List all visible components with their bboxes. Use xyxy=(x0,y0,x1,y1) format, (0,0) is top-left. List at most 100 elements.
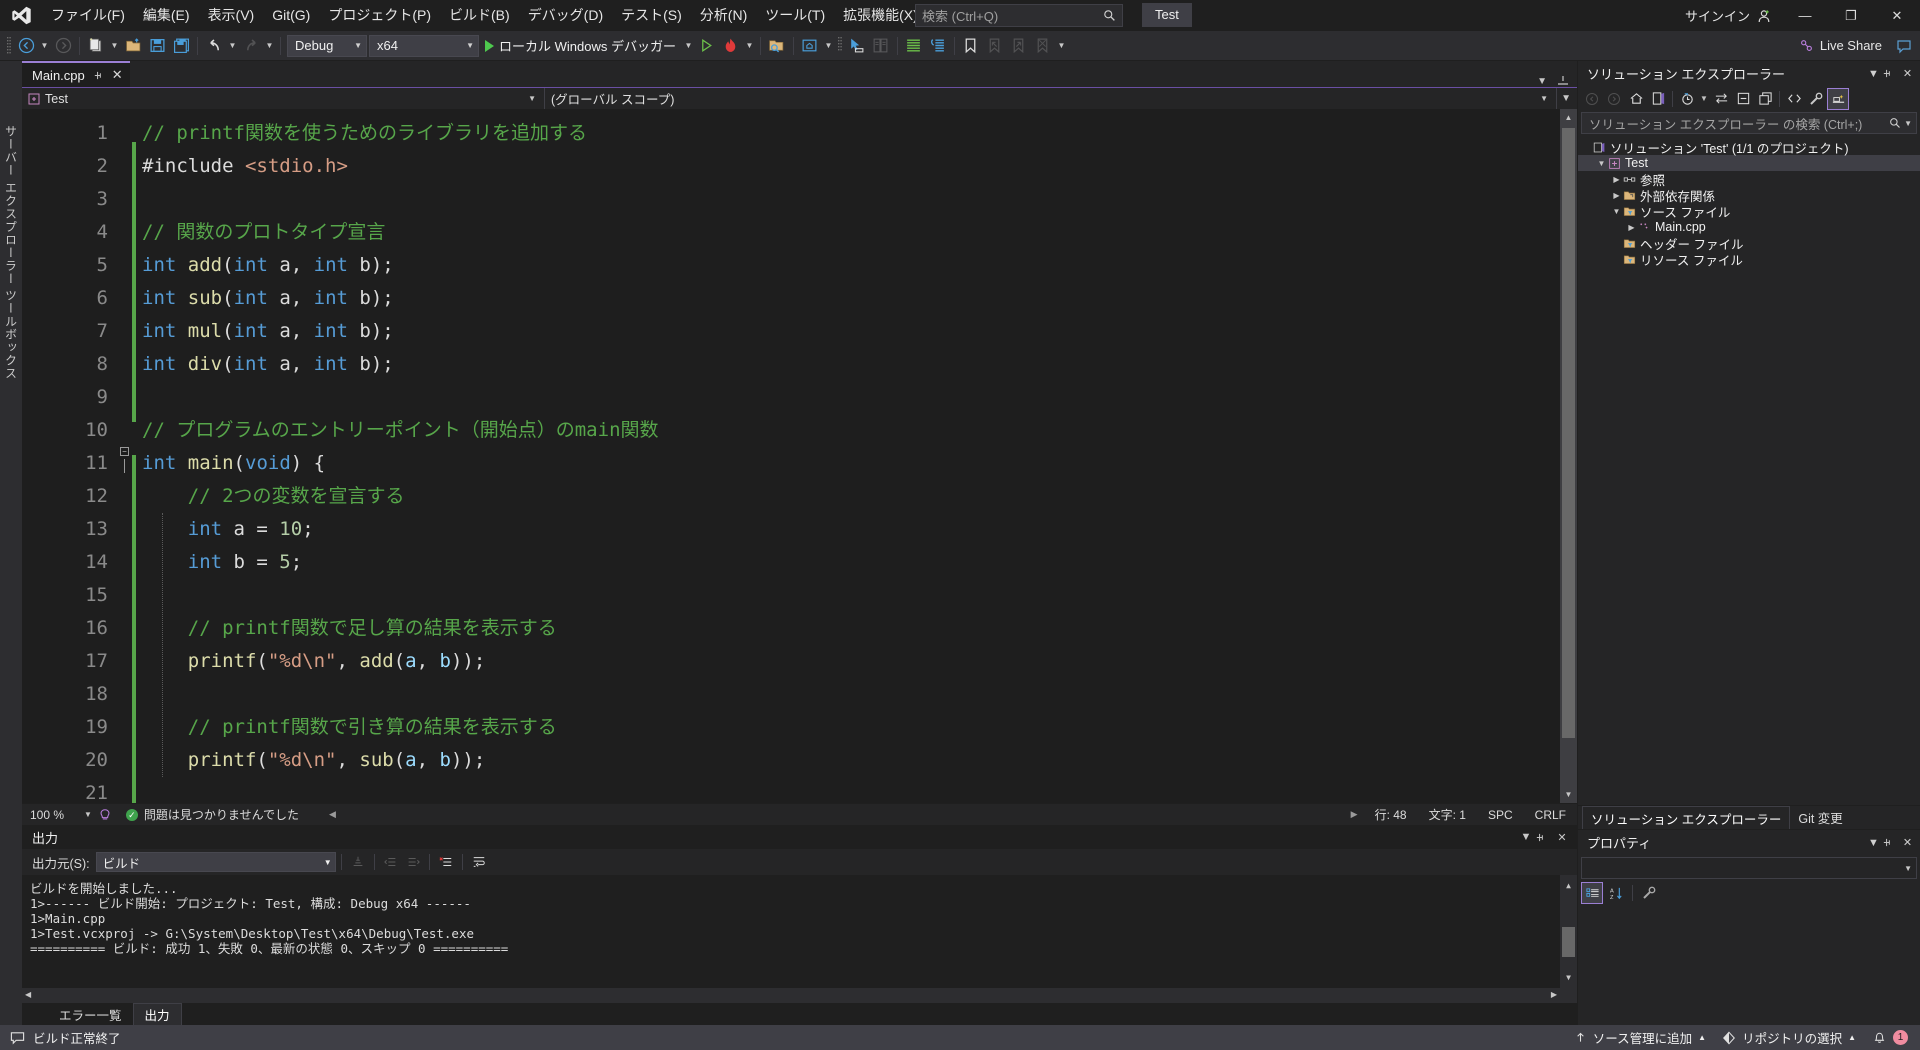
pending-changes-icon[interactable] xyxy=(1676,88,1698,110)
code-line[interactable]: // printf関数で足し算の結果を表示する xyxy=(136,612,1560,645)
code-line[interactable]: int main(void) { xyxy=(136,447,1560,480)
tab-git-changes[interactable]: Git 変更 xyxy=(1790,806,1850,829)
output-find-message-icon[interactable] xyxy=(347,851,369,873)
collapse-region-icon[interactable]: − xyxy=(120,447,129,456)
tree-collapsed-icon[interactable]: ▶ xyxy=(1610,191,1623,200)
toolbar-grip[interactable] xyxy=(835,35,845,57)
navbar-dropdown-icon[interactable]: ▼ xyxy=(1561,93,1571,104)
output-clear-all-icon[interactable] xyxy=(435,851,457,873)
solution-explorer-pin-icon[interactable] xyxy=(1882,68,1899,79)
menu-debug[interactable]: デバッグ(D) xyxy=(519,0,612,31)
uncomment-lines-icon[interactable] xyxy=(926,34,950,58)
tree-item[interactable]: ▼ソース ファイル xyxy=(1578,203,1920,219)
categorized-view-icon[interactable] xyxy=(1581,882,1603,904)
code-line[interactable] xyxy=(136,678,1560,711)
properties-pin-icon[interactable] xyxy=(1882,837,1899,848)
code-line[interactable] xyxy=(136,183,1560,216)
solution-explorer-tree[interactable]: ソリューション 'Test' (1/1 のプロジェクト)▼Test▶参照▶外部依… xyxy=(1578,137,1920,805)
editor-tab-main-cpp[interactable]: Main.cpp ✕ xyxy=(22,61,130,87)
problems-prev-icon[interactable]: ◀ xyxy=(323,809,342,820)
solution-platform-combo[interactable]: x64 ▼ xyxy=(369,35,479,57)
previous-bookmark-icon[interactable] xyxy=(983,34,1007,58)
pin-tab-icon[interactable] xyxy=(93,70,104,81)
add-to-source-control-button[interactable]: ソース管理に追加 ▲ xyxy=(1574,1028,1706,1047)
navigate-back-dropdown-icon[interactable]: ▼ xyxy=(38,34,51,58)
menu-edit[interactable]: 編集(E) xyxy=(134,0,199,31)
editor-vertical-scrollbar[interactable]: ▲ ▼ xyxy=(1560,109,1577,803)
tab-solution-explorer[interactable]: ソリューション エクスプローラー xyxy=(1582,806,1790,829)
hot-reload-icon[interactable] xyxy=(719,34,743,58)
start-without-debugging-icon[interactable] xyxy=(695,34,719,58)
menu-analyze[interactable]: 分析(N) xyxy=(691,0,756,31)
redo-dropdown-icon[interactable]: ▼ xyxy=(263,34,276,58)
save-file-icon[interactable] xyxy=(145,34,169,58)
view-code-icon[interactable] xyxy=(1783,88,1805,110)
new-project-dropdown-icon[interactable]: ▼ xyxy=(108,34,121,58)
navigate-forward-icon[interactable] xyxy=(51,34,75,58)
tree-item[interactable]: ▼Test xyxy=(1578,155,1920,171)
zoom-dropdown-icon[interactable]: ▼ xyxy=(84,810,92,819)
output-source-combo[interactable]: ビルド ▼ xyxy=(96,852,336,872)
tree-item[interactable]: ▶参照 xyxy=(1578,171,1920,187)
preview-selected-items-icon[interactable] xyxy=(1827,88,1849,110)
code-line[interactable] xyxy=(136,777,1560,803)
code-line[interactable]: // printf関数を使うためのライブラリを追加する xyxy=(136,117,1560,150)
code-line[interactable]: #include <stdio.h> xyxy=(136,150,1560,183)
window-layout-icon[interactable] xyxy=(798,34,822,58)
tab-error-list[interactable]: エラー一覧 xyxy=(48,1003,133,1025)
solution-explorer-view-icon[interactable] xyxy=(1647,88,1669,110)
line-ending-indicator[interactable]: CRLF xyxy=(1524,808,1577,822)
code-line[interactable]: int add(int a, int b); xyxy=(136,249,1560,282)
properties-grid[interactable] xyxy=(1578,905,1920,1025)
project-selector-combo[interactable]: Test ▼ xyxy=(22,88,545,109)
start-debug-button[interactable]: ローカル Windows デバッガー xyxy=(479,34,682,58)
code-line[interactable]: // 関数のプロトタイプ宣言 xyxy=(136,216,1560,249)
code-line[interactable]: int a = 10; xyxy=(136,513,1560,546)
properties-object-combo[interactable]: ▼ xyxy=(1581,857,1917,879)
output-go-to-previous-icon[interactable] xyxy=(380,851,402,873)
indentation-indicator[interactable]: SPC xyxy=(1477,808,1524,822)
property-pages-icon[interactable] xyxy=(1638,882,1660,904)
collapse-all-icon[interactable] xyxy=(1732,88,1754,110)
scroll-down-icon[interactable]: ▼ xyxy=(1560,786,1577,803)
menu-file[interactable]: ファイル(F) xyxy=(42,0,134,31)
menu-tools[interactable]: ツール(T) xyxy=(756,0,834,31)
code-line[interactable]: int sub(int a, int b); xyxy=(136,282,1560,315)
alphabetical-view-icon[interactable]: AZ xyxy=(1605,882,1627,904)
glyph-margin[interactable]: − xyxy=(118,109,132,803)
notifications-button[interactable]: 1 xyxy=(1872,1030,1908,1045)
properties-dropdown-icon[interactable]: ▼ xyxy=(1865,837,1882,849)
scroll-right-icon[interactable]: ▶ xyxy=(1551,990,1557,999)
tree-item[interactable]: リソース ファイル xyxy=(1578,251,1920,267)
solution-configuration-combo[interactable]: Debug ▼ xyxy=(287,35,367,57)
clear-bookmarks-icon[interactable] xyxy=(1031,34,1055,58)
maximize-button[interactable]: ❐ xyxy=(1828,0,1874,31)
scroll-up-icon[interactable]: ▲ xyxy=(1560,878,1577,893)
editor-zoom-level[interactable]: 100 % xyxy=(22,808,84,822)
hot-reload-dropdown-icon[interactable]: ▼ xyxy=(743,34,756,58)
output-vertical-scrollbar[interactable]: ▲ ▼ xyxy=(1560,875,1577,988)
undo-icon[interactable] xyxy=(202,34,226,58)
undo-dropdown-icon[interactable]: ▼ xyxy=(226,34,239,58)
search-solution-icon[interactable] xyxy=(765,34,789,58)
toolbar-grip[interactable] xyxy=(4,35,14,57)
output-panel-close-icon[interactable]: ✕ xyxy=(1553,831,1571,844)
code-line[interactable]: int mul(int a, int b); xyxy=(136,315,1560,348)
split-editor-icon[interactable] xyxy=(1557,75,1569,87)
sync-with-active-document-icon[interactable] xyxy=(1710,88,1732,110)
toolbox-tab[interactable]: ツールボックス xyxy=(3,285,20,380)
code-line[interactable]: printf("%d\n", sub(a, b)); xyxy=(136,744,1560,777)
code-line[interactable]: int div(int a, int b); xyxy=(136,348,1560,381)
window-layout-dropdown-icon[interactable]: ▼ xyxy=(822,34,835,58)
code-line[interactable] xyxy=(136,381,1560,414)
output-panel-pin-icon[interactable] xyxy=(1535,832,1553,843)
code-line[interactable]: // printf関数で引き算の結果を表示する xyxy=(136,711,1560,744)
menu-extensions[interactable]: 拡張機能(X) xyxy=(834,0,927,31)
code-line[interactable] xyxy=(136,579,1560,612)
scroll-left-icon[interactable]: ◀ xyxy=(25,990,31,999)
select-repository-button[interactable]: リポジトリの選択 ▲ xyxy=(1722,1028,1856,1047)
toggle-bookmark-icon[interactable] xyxy=(959,34,983,58)
tab-output[interactable]: 出力 xyxy=(133,1003,182,1025)
pending-changes-dropdown-icon[interactable]: ▼ xyxy=(1698,88,1710,110)
scroll-up-icon[interactable]: ▲ xyxy=(1560,109,1577,126)
